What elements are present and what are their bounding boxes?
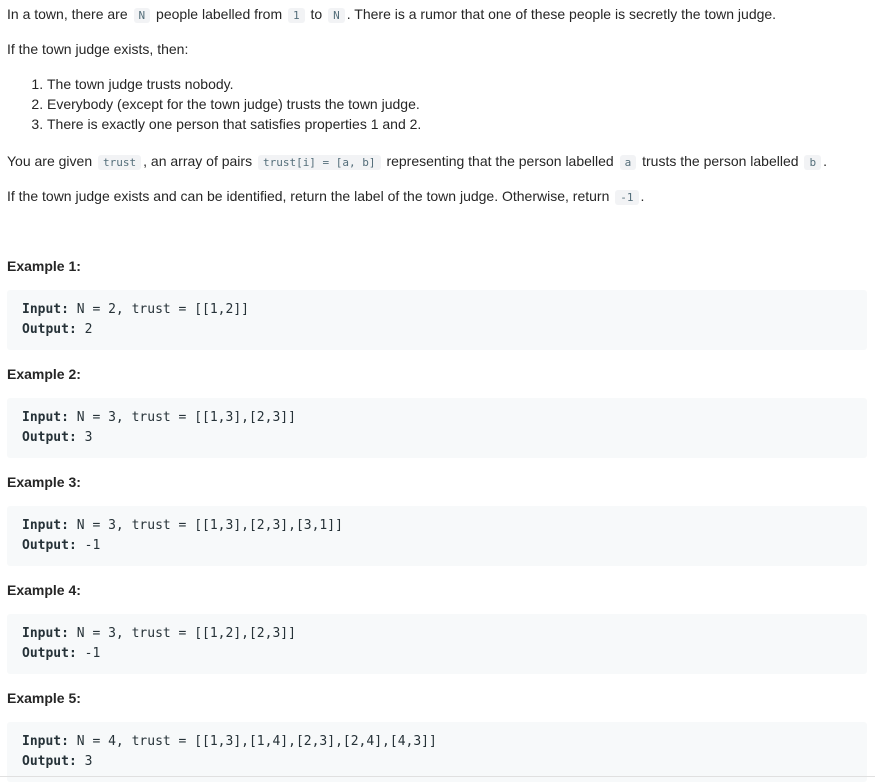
input-label: Input:	[22, 410, 69, 425]
example-input: N = 3, trust = [[1,3],[2,3]]	[76, 410, 296, 425]
example-output: 2	[84, 322, 93, 337]
intro-text: people labelled from	[156, 6, 283, 22]
desc-text: .	[640, 188, 645, 204]
code-1: 1	[288, 8, 305, 23]
example-output: 3	[84, 754, 93, 769]
example-title: Example 3:	[7, 474, 81, 490]
desc-text: representing that the person labelled	[386, 153, 614, 169]
rule-item: Everybody (except for the town judge) tr…	[47, 94, 421, 114]
example-block: Input: N = 3, trust = [[1,2],[2,3]] Outp…	[7, 614, 867, 674]
output-label: Output:	[22, 754, 77, 769]
example-input-line: Input: N = 3, trust = [[1,3],[2,3]]	[22, 408, 852, 428]
example-title: Example 5:	[7, 690, 81, 706]
example-title: Example 4:	[7, 582, 81, 598]
example-output-line: Output: 2	[22, 320, 852, 340]
example-output: 3	[84, 430, 93, 445]
code-a: a	[619, 155, 637, 170]
example-input-line: Input: N = 3, trust = [[1,2],[2,3]]	[22, 624, 852, 644]
example-title: Example 2:	[7, 366, 81, 382]
input-label: Input:	[22, 626, 69, 641]
bottom-divider	[0, 776, 875, 777]
example-input: N = 3, trust = [[1,3],[2,3],[3,1]]	[76, 518, 343, 533]
output-label: Output:	[22, 538, 77, 553]
example-block: Input: N = 3, trust = [[1,3],[2,3]] Outp…	[7, 398, 867, 458]
example-input-line: Input: N = 3, trust = [[1,3],[2,3],[3,1]…	[22, 516, 852, 536]
input-label: Input:	[22, 734, 69, 749]
input-label: Input:	[22, 518, 69, 533]
example-output-line: Output: -1	[22, 644, 852, 664]
output-label: Output:	[22, 646, 77, 661]
output-label: Output:	[22, 430, 77, 445]
example-input-line: Input: N = 4, trust = [[1,3],[1,4],[2,3]…	[22, 732, 852, 752]
example-output-line: Output: 3	[22, 752, 852, 772]
rule-item: The town judge trusts nobody.	[47, 74, 421, 94]
intro-paragraph: In a town, there are N people labelled f…	[7, 4, 776, 26]
example-output-line: Output: 3	[22, 428, 852, 448]
example-input: N = 4, trust = [[1,3],[1,4],[2,3],[2,4],…	[76, 734, 437, 749]
example-input-line: Input: N = 2, trust = [[1,2]]	[22, 300, 852, 320]
intro-text: to	[310, 6, 323, 22]
desc-text: You are given	[7, 153, 93, 169]
desc-text: .	[823, 153, 827, 169]
desc-text: If the town judge exists and can be iden…	[7, 188, 610, 204]
example-block: Input: N = 2, trust = [[1,2]] Output: 2	[7, 290, 867, 350]
example-output: -1	[84, 538, 101, 553]
conditions-paragraph: If the town judge exists, then:	[7, 41, 189, 57]
code-trust: trust	[98, 155, 142, 170]
code-b: b	[804, 155, 822, 170]
code-negative-one: -1	[615, 190, 639, 205]
desc-text: trusts the person labelled	[642, 153, 799, 169]
example-output-line: Output: -1	[22, 536, 852, 556]
rules-list: The town judge trusts nobody. Everybody …	[7, 74, 421, 134]
example-output: -1	[84, 646, 101, 661]
code-N: N	[133, 8, 151, 23]
desc-text: , an array of pairs	[143, 153, 253, 169]
code-trust-pair: trust[i] = [a, b]	[257, 155, 381, 170]
rule-item: There is exactly one person that satisfi…	[47, 114, 421, 134]
return-description: If the town judge exists and can be iden…	[7, 186, 644, 208]
intro-text: . There is a rumor that one of these peo…	[346, 6, 777, 22]
input-label: Input:	[22, 302, 69, 317]
trust-description: You are given trust, an array of pairs t…	[7, 151, 827, 173]
example-block: Input: N = 4, trust = [[1,3],[1,4],[2,3]…	[7, 722, 867, 782]
output-label: Output:	[22, 322, 77, 337]
example-block: Input: N = 3, trust = [[1,3],[2,3],[3,1]…	[7, 506, 867, 566]
code-N: N	[328, 8, 345, 23]
intro-text: In a town, there are	[7, 6, 128, 22]
example-title: Example 1:	[7, 258, 81, 274]
example-input: N = 2, trust = [[1,2]]	[76, 302, 249, 317]
example-input: N = 3, trust = [[1,2],[2,3]]	[76, 626, 296, 641]
